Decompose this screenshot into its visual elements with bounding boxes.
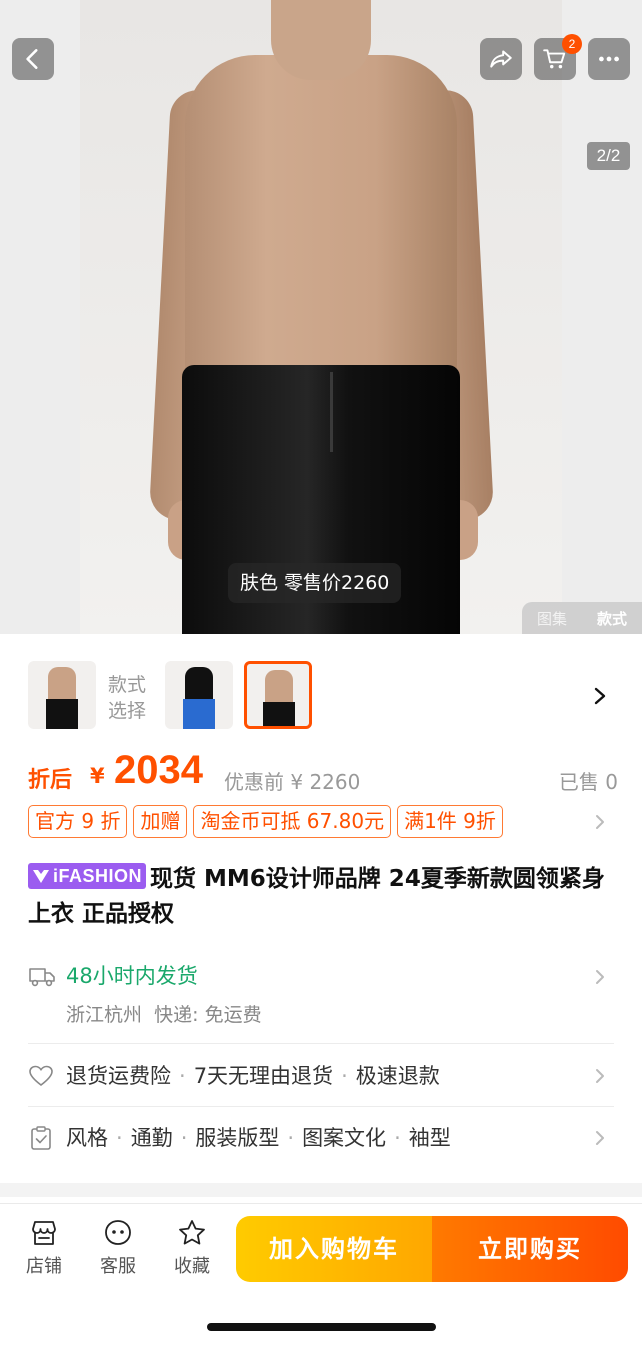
model-neck <box>271 0 371 80</box>
model-top-garment <box>185 55 457 385</box>
home-indicator[interactable] <box>207 1323 436 1331</box>
product-params-row[interactable]: 风格 · 通勤 · 服装版型 · 图案文化 · 袖型 <box>28 1118 618 1158</box>
current-price: 2034 <box>114 748 203 792</box>
promo-tag: 官方 9 折 <box>28 805 128 838</box>
more-dots-icon <box>599 56 619 62</box>
service-label: 客服 <box>100 1256 136 1277</box>
param-item: 袖型 <box>408 1126 451 1150</box>
service-item: 极速退款 <box>355 1064 440 1088</box>
promo-tag: 加赠 <box>133 805 188 838</box>
chevron-right-icon <box>596 1131 604 1145</box>
back-button[interactable] <box>12 38 54 80</box>
divider <box>28 1106 614 1107</box>
favorite-button[interactable]: 收藏 <box>162 1218 222 1278</box>
tab-gallery[interactable]: 图集 <box>537 608 567 629</box>
param-item: 图案文化 <box>302 1126 387 1150</box>
param-item: 风格 <box>66 1126 108 1150</box>
original-price: 优惠前 ¥ 2260 <box>224 770 361 794</box>
truck-icon <box>29 968 55 987</box>
ifashion-badge: iFASHION <box>28 863 147 889</box>
chevron-right-icon <box>596 1069 604 1083</box>
chevron-left-icon <box>26 49 38 69</box>
chevron-right-icon[interactable] <box>594 813 606 831</box>
promo-tag: 满1件 9折 <box>397 805 503 838</box>
image-caption: 肤色 零售价2260 <box>228 563 402 603</box>
shipping-time: 48小时内发货 <box>66 964 198 988</box>
more-button[interactable] <box>588 38 630 80</box>
customer-service-button[interactable]: 客服 <box>88 1218 148 1278</box>
model-drawstring <box>330 372 333 452</box>
sold-count: 已售 0 <box>558 770 618 794</box>
share-button[interactable] <box>480 38 522 80</box>
cart-count-badge: 2 <box>562 34 582 54</box>
ship-origin: 浙江杭州 <box>66 1004 143 1026</box>
share-icon <box>490 50 512 68</box>
buy-now-button[interactable]: 立即购买 <box>432 1216 628 1282</box>
favorite-label: 收藏 <box>174 1256 210 1277</box>
express-label: 快递: <box>154 1004 199 1026</box>
shipping-details: 浙江杭州 快递: 免运费 <box>66 1000 262 1027</box>
style-thumbnail[interactable] <box>28 661 96 729</box>
shop-icon <box>32 1221 56 1245</box>
param-item: 服装版型 <box>195 1126 280 1150</box>
section-gap <box>0 1183 642 1197</box>
price-row: 折后 ¥ 2034 优惠前 ¥ 2260 已售 0 <box>28 748 618 800</box>
service-item: 退货运费险 <box>66 1064 171 1088</box>
chat-bot-icon <box>105 1220 131 1245</box>
style-thumbnail-strip: 款式 选择 <box>0 634 642 744</box>
style-thumbnail[interactable] <box>165 661 233 729</box>
product-image-gallery[interactable]: 2 2/2 肤色 零售价2260 图集 款式 <box>0 0 642 634</box>
express-fee: 免运费 <box>204 1004 262 1026</box>
service-guarantees-row[interactable]: 退货运费险 · 7天无理由退货 · 极速退款 <box>28 1056 618 1096</box>
gallery-view-toggle[interactable]: 图集 款式 <box>522 602 642 634</box>
product-title: iFASHION 现货 MM6设计师品牌 24夏季新款圆领紧身上衣 正品授权 <box>28 862 618 932</box>
promo-tags[interactable]: 官方 9 折 加赠 淘金币可抵 67.80元 满1件 9折 <box>28 805 503 839</box>
add-to-cart-button[interactable]: 加入购物车 <box>236 1216 432 1282</box>
currency-symbol: ¥ <box>90 764 105 788</box>
tab-styles[interactable]: 款式 <box>597 608 627 629</box>
chevron-right-icon <box>596 970 604 984</box>
shop-button[interactable]: 店铺 <box>14 1218 74 1278</box>
shop-label: 店铺 <box>26 1256 62 1277</box>
heart-icon <box>29 1065 53 1087</box>
service-item: 7天无理由退货 <box>193 1064 334 1088</box>
cart-button[interactable]: 2 <box>534 34 582 80</box>
star-icon <box>179 1220 205 1245</box>
param-item: 通勤 <box>130 1126 173 1150</box>
ifashion-logo-icon <box>33 870 49 883</box>
style-thumbnail-selected[interactable] <box>244 661 312 729</box>
style-picker-label: 款式 选择 <box>108 674 147 722</box>
divider <box>28 1043 614 1044</box>
clipboard-check-icon <box>31 1126 51 1150</box>
promo-tag: 淘金币可抵 67.80元 <box>193 805 392 838</box>
purchase-actions: 加入购物车 立即购买 <box>236 1216 628 1282</box>
discount-price-label: 折后 <box>28 768 73 793</box>
delivery-row[interactable]: 48小时内发货 浙江杭州 快递: 免运费 <box>28 958 618 1038</box>
image-page-indicator: 2/2 <box>587 142 630 170</box>
chevron-right-icon[interactable] <box>592 686 608 706</box>
